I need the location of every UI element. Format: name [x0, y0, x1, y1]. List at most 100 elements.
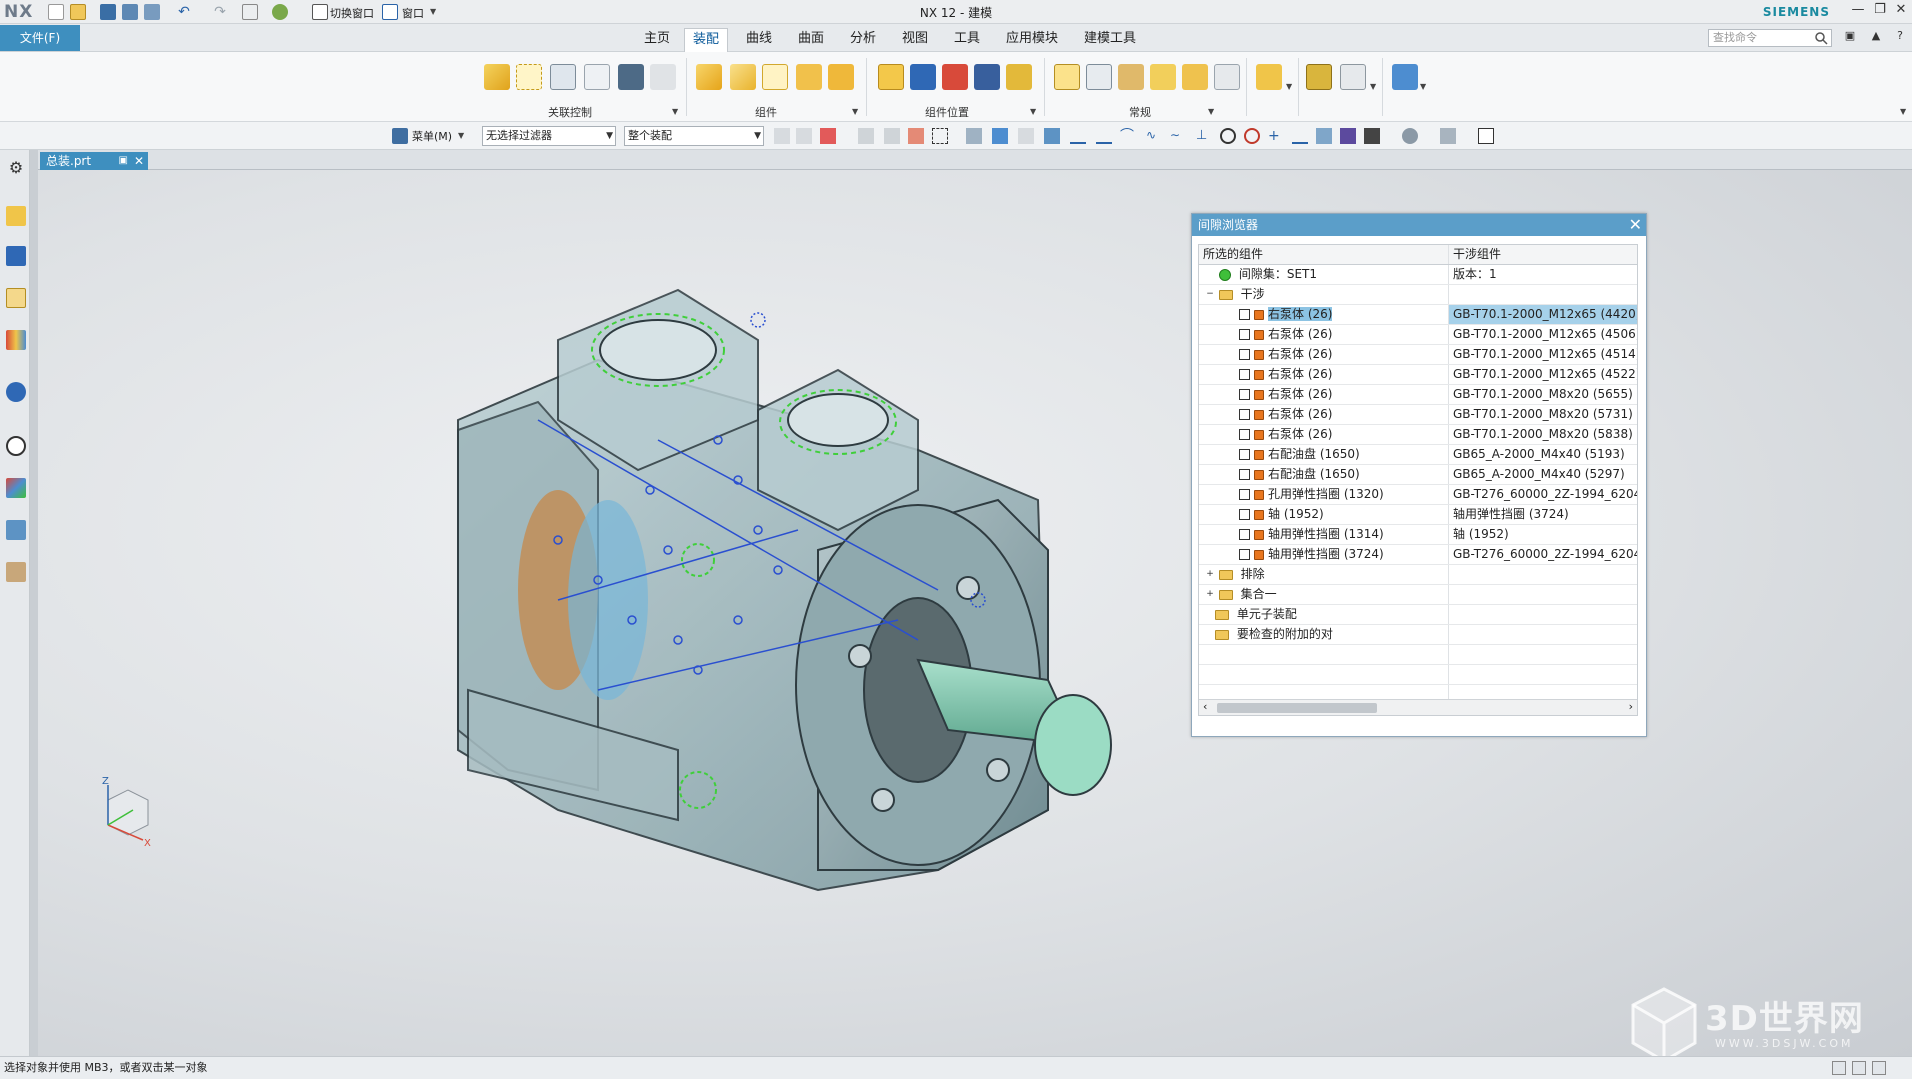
tab-applications[interactable]: 应用模块 — [998, 28, 1066, 52]
horizontal-scrollbar[interactable]: ‹ › — [1199, 699, 1637, 715]
row-checkbox[interactable] — [1239, 309, 1250, 320]
snap-point-icon[interactable] — [1044, 128, 1060, 144]
row-checkbox[interactable] — [1239, 429, 1250, 440]
close-icon[interactable]: ✕ — [1891, 2, 1911, 20]
help-icon[interactable]: ? — [1890, 29, 1910, 47]
expand-icon[interactable]: + — [1205, 585, 1215, 604]
open-folder-icon[interactable] — [70, 4, 86, 20]
circle-center-snap-icon[interactable] — [1220, 128, 1236, 144]
selection-scope-select[interactable]: 整个装配 ▼ — [624, 126, 764, 146]
close-icon[interactable]: ✕ — [1629, 215, 1642, 235]
hd3d-tools-icon[interactable] — [6, 382, 26, 402]
point-on-surface-snap-icon[interactable] — [1316, 128, 1332, 144]
tangent-snap-icon[interactable]: ⊥ — [1196, 128, 1212, 144]
component-selection-icon[interactable] — [796, 128, 812, 144]
new-parent-icon[interactable] — [762, 64, 788, 90]
sequence-icon[interactable] — [1118, 64, 1144, 90]
menu-icon[interactable] — [392, 128, 408, 144]
column-header-interfering[interactable]: 干涉组件 — [1449, 245, 1637, 264]
assembly-navigator-icon[interactable] — [6, 206, 26, 226]
window-menu-label[interactable]: 窗口 — [402, 5, 424, 21]
find-in-session-icon[interactable] — [516, 64, 542, 90]
explode-view-icon[interactable] — [1086, 64, 1112, 90]
remember-constraints-icon[interactable] — [974, 64, 1000, 90]
tab-modeling-tools[interactable]: 建模工具 — [1076, 28, 1144, 52]
edge-select-icon[interactable] — [1018, 128, 1034, 144]
system-materials-icon[interactable] — [6, 478, 26, 498]
history-icon[interactable] — [6, 436, 26, 456]
product-interface-icon[interactable] — [584, 64, 610, 90]
control-point-snap-icon[interactable]: ⌒ — [1120, 128, 1136, 144]
filter-reset-icon[interactable] — [774, 128, 790, 144]
wave-geometry-icon[interactable] — [1214, 64, 1240, 90]
expand-icon[interactable]: + — [1205, 565, 1215, 584]
collapse-icon[interactable]: − — [1205, 285, 1215, 304]
link-icon[interactable] — [1150, 64, 1176, 90]
folder-row-additional-pairs[interactable]: 要检查的附加的对 — [1199, 625, 1637, 645]
window-icon[interactable] — [382, 4, 398, 20]
ribbon-more-icon[interactable]: ▼ — [1900, 107, 1906, 116]
process-studio-icon[interactable] — [6, 520, 26, 540]
add-component-icon[interactable] — [696, 64, 722, 90]
type-filter-select[interactable]: 无选择过滤器 ▼ — [482, 126, 616, 146]
folder-row-set-one[interactable]: + 集合一 — [1199, 585, 1637, 605]
move-icon[interactable] — [242, 4, 258, 20]
bounded-grid-snap-icon[interactable] — [1340, 128, 1356, 144]
wave-interface-icon[interactable] — [1392, 64, 1418, 90]
new-component-icon[interactable] — [730, 64, 756, 90]
scroll-right-icon[interactable]: › — [1629, 700, 1633, 713]
tab-tools[interactable]: 工具 — [946, 28, 988, 52]
search-icon[interactable] — [1814, 31, 1828, 45]
tab-file[interactable]: 文件(F) — [0, 25, 80, 51]
row-checkbox[interactable] — [1239, 509, 1250, 520]
existing-point-snap-icon[interactable]: + — [1268, 128, 1284, 144]
document-tab[interactable]: 总装.prt ▣ ✕ — [40, 152, 148, 170]
settings-gear-icon[interactable]: ⚙ — [6, 158, 26, 178]
clearance-analysis-icon[interactable] — [1306, 64, 1332, 90]
scroll-left-icon[interactable]: ‹ — [1203, 700, 1207, 713]
row-checkbox[interactable] — [1239, 549, 1250, 560]
constraint-navigator-icon[interactable] — [6, 246, 26, 266]
mirror-assembly-icon[interactable] — [828, 64, 854, 90]
pole-snap-icon[interactable] — [1364, 128, 1380, 144]
component-group-icon[interactable] — [1340, 64, 1366, 90]
status-indicator-icon[interactable] — [1832, 1061, 1846, 1075]
interpart-link-browser-icon[interactable] — [550, 64, 576, 90]
dropdown-caret-icon[interactable]: ▼ — [1286, 82, 1292, 91]
scroll-thumb[interactable] — [1217, 703, 1377, 713]
reuse-library-icon[interactable] — [6, 330, 26, 350]
general-selection-icon[interactable] — [858, 128, 874, 144]
set-row[interactable]: 间隙集：SET1 版本：1 — [1199, 265, 1637, 285]
group-more-icon[interactable]: ▼ — [852, 107, 858, 116]
interference-row[interactable]: 右配油盘 (1650) GB65_A-2000_M4x40 (5193) — [1199, 445, 1637, 465]
collapse-ribbon-icon[interactable]: ▲ — [1866, 29, 1886, 47]
array-component-icon[interactable] — [796, 64, 822, 90]
interference-row[interactable]: 右泵体 (26) GB-T70.1-2000_M12x65 (4420) — [1199, 305, 1637, 325]
folder-row-excluded[interactable]: + 排除 — [1199, 565, 1637, 585]
select-features-icon[interactable] — [908, 128, 924, 144]
menu-button[interactable]: 菜单(M) — [412, 128, 452, 144]
quadrant-snap-icon[interactable] — [1244, 128, 1260, 144]
tab-analysis[interactable]: 分析 — [842, 28, 884, 52]
group-more-icon[interactable]: ▼ — [1208, 107, 1214, 116]
tab-curve[interactable]: 曲线 — [738, 28, 780, 52]
row-checkbox[interactable] — [1239, 349, 1250, 360]
interference-row[interactable]: 右配油盘 (1650) GB65_A-2000_M4x40 (5297) — [1199, 465, 1637, 485]
undo-icon[interactable]: ↶ — [176, 4, 192, 20]
save-as-icon[interactable] — [122, 4, 138, 20]
interference-row[interactable]: 轴用弹性挡圈 (1314) 轴 (1952) — [1199, 525, 1637, 545]
interference-row[interactable]: 右泵体 (26) GB-T70.1-2000_M12x65 (4514) — [1199, 345, 1637, 365]
restore-icon[interactable]: ❐ — [1870, 2, 1890, 20]
interference-folder-row[interactable]: − 干涉 — [1199, 285, 1637, 305]
face-select-icon[interactable] — [992, 128, 1008, 144]
gear-assembly-icon[interactable] — [1256, 64, 1282, 90]
view-triad-icon[interactable] — [1478, 128, 1494, 144]
menu-caret-icon[interactable]: ▼ — [458, 131, 464, 140]
interference-row[interactable]: 轴用弹性挡圈 (3724) GB-T276_60000_2Z-1994_6204 … — [1199, 545, 1637, 565]
assembly-constraints-icon[interactable] — [910, 64, 936, 90]
group-more-icon[interactable]: ▼ — [1030, 107, 1036, 116]
switch-window-label[interactable]: 切换窗口 — [330, 5, 374, 21]
render-style-icon[interactable] — [1402, 128, 1418, 144]
new-file-icon[interactable] — [48, 4, 64, 20]
assembly-navigator-icon[interactable] — [1054, 64, 1080, 90]
